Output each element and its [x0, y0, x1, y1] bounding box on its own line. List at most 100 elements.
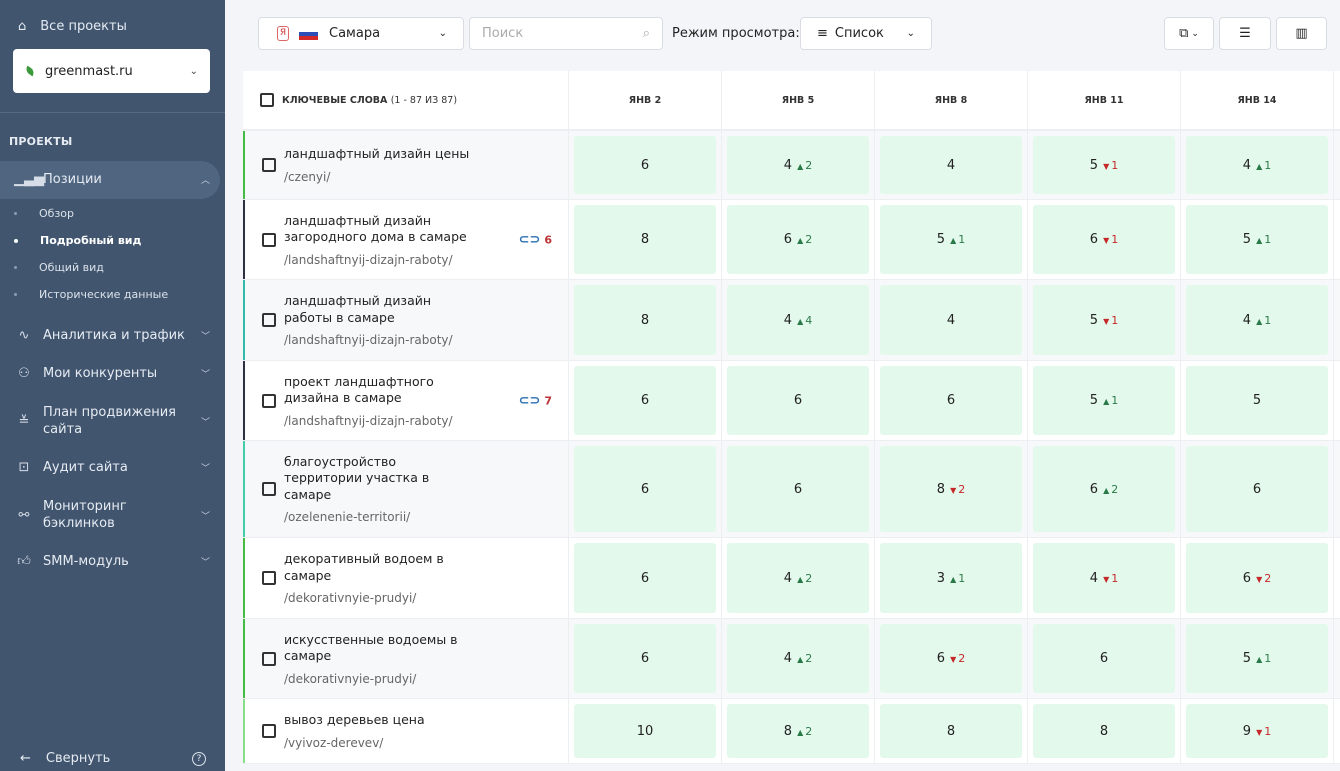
keyword-column-header: КЛЮЧЕВЫЕ СЛОВА (1 - 87 ИЗ 87) — [243, 71, 569, 129]
position-value: 6 — [783, 232, 793, 247]
position-cell: 4 — [875, 131, 1028, 199]
search-input[interactable]: Поиск ⌕ — [469, 17, 663, 50]
keyword-text: декоративный водоем в самаре — [284, 551, 444, 583]
date-column-header[interactable]: ЯНВ 14 — [1181, 71, 1334, 129]
keyword-url[interactable]: /ozelenenie-territorii/ — [284, 510, 474, 524]
chevron-down-icon: ⌄ — [189, 65, 198, 77]
help-icon[interactable]: ? — [192, 751, 206, 766]
triangle-down-icon: ▼ — [950, 655, 957, 664]
keyword-url[interactable]: /czenyi/ — [284, 170, 474, 184]
position-value: 3 — [936, 570, 946, 586]
nav-smm[interactable]: 👍︎ SMM-модуль ﹀ — [14, 553, 210, 570]
triangle-up-icon: ▲ — [950, 236, 957, 245]
view-mode-select[interactable]: ≡ Список ⌄ — [800, 17, 932, 50]
keyword-cell: проект ландшафтного дизайна в самаре/lan… — [243, 361, 569, 440]
position-value-box: 5 ▲ 1 — [1186, 624, 1328, 693]
table-row: благоустройство территории участка в сам… — [243, 441, 1340, 538]
position-cell: 6 ▼ 1 — [1028, 200, 1181, 279]
triangle-up-icon: ▲ — [1256, 316, 1263, 326]
date-column-header[interactable]: ЯНВ 5 — [722, 71, 875, 129]
change-value: 2 — [1111, 482, 1119, 496]
row-checkbox[interactable] — [262, 571, 276, 585]
position-value: 4 — [783, 157, 793, 173]
position-cell: 8 ▼ 2 — [875, 441, 1028, 537]
select-all-checkbox[interactable] — [260, 93, 274, 107]
copy-menu-button[interactable]: ⧉ ⌄ — [1164, 17, 1214, 50]
sub-general-view[interactable]: Общий вид — [14, 261, 104, 274]
keyword-url[interactable]: /landshaftnyij-dizajn-raboty/ — [284, 333, 474, 347]
row-checkbox[interactable] — [262, 158, 276, 172]
keyword-url[interactable]: /dekorativnyie-prudyi/ — [284, 591, 474, 605]
nav-backlinks[interactable]: ⚯ Мониторинг бэклинков ﹀ — [14, 498, 210, 532]
date-column-header[interactable]: ЯНВ 2 — [569, 71, 722, 129]
keyword-url[interactable]: /vyivoz-derevev/ — [284, 736, 474, 750]
row-checkbox[interactable] — [262, 724, 276, 738]
position-value-box: 6 — [574, 543, 716, 613]
position-value: 5 — [1252, 393, 1262, 408]
position-cell: 4 ▲ 4 — [722, 280, 875, 360]
row-checkbox[interactable] — [262, 651, 276, 666]
chevron-down-icon: ﹀ — [200, 332, 210, 342]
nav-promotion-plan[interactable]: ≚ План продвижения сайта ﹀ — [14, 404, 210, 438]
backlinks-badge[interactable]: ⊂⊃ 6 — [519, 232, 552, 247]
arrow-left-icon: ← — [20, 751, 31, 766]
position-value: 5 — [1242, 651, 1252, 666]
position-value: 6 — [640, 481, 650, 497]
date-column-header[interactable]: ЯНВ 8 — [875, 71, 1028, 129]
sub-historical[interactable]: Исторические данные — [14, 288, 168, 301]
region-select[interactable]: Я Самара ⌄ — [258, 17, 464, 50]
position-cell: 6 ▲ 2 — [722, 200, 875, 279]
position-cell: 5 ▼ 1 — [1028, 280, 1181, 360]
triangle-up-icon: ▲ — [797, 574, 804, 584]
change-value: 1 — [1264, 313, 1272, 327]
position-cell: 3 ▲ 1 — [875, 538, 1028, 618]
position-cell: 5 ▲ 1 — [1181, 200, 1334, 279]
row-checkbox[interactable] — [262, 393, 276, 408]
position-change: ▼ 1 — [1103, 159, 1118, 172]
sub-overview[interactable]: Обзор — [14, 207, 74, 220]
position-value-box: 8 — [1033, 704, 1175, 758]
table-row: ландшафтный дизайн загородного дома в са… — [243, 200, 1340, 280]
nav-positions[interactable]: ▁▃▅ Позиции ︿ — [14, 171, 210, 188]
position-value: 8 — [783, 723, 793, 739]
chevron-down-icon: ⌄ — [1191, 28, 1199, 39]
view-mode-label: Режим просмотра: — [672, 26, 800, 41]
row-checkbox[interactable] — [262, 313, 276, 327]
thumbs-up-icon: 👍︎ — [17, 554, 31, 569]
nav-competitors[interactable]: ⚇ Мои конкуренты ﹀ — [14, 365, 210, 382]
nav-analytics[interactable]: ∿ Аналитика и трафик ﹀ — [14, 327, 210, 344]
row-checkbox[interactable] — [262, 232, 276, 247]
position-value-box: 8 — [574, 285, 716, 355]
change-value: 1 — [1264, 158, 1272, 172]
nav-audit[interactable]: ⊡ Аудит сайта ﹀ — [14, 459, 210, 476]
keyword-url[interactable]: /dekorativnyie-prudyi/ — [284, 672, 474, 686]
position-change: ▲ 2 — [1103, 483, 1118, 496]
date-column-header[interactable]: ЯНВ 11 — [1028, 71, 1181, 129]
keyword-url[interactable]: /landshaftnyij-dizajn-raboty/ — [284, 253, 474, 267]
link-icon: ⊂⊃ — [518, 393, 541, 408]
columns-button[interactable]: ▥ — [1276, 17, 1327, 50]
change-value: 2 — [1264, 571, 1272, 585]
keyword-url[interactable]: /landshaftnyij-dizajn-raboty/ — [284, 414, 474, 428]
all-projects-link[interactable]: ⌂ Все проекты — [18, 19, 127, 34]
sub-detailed-view[interactable]: Подробный вид — [14, 234, 141, 247]
position-value: 4 — [946, 157, 956, 173]
collapse-button[interactable]: ← Свернуть? — [20, 751, 206, 766]
position-value: 8 — [640, 312, 650, 328]
position-change: ▲ 2 — [797, 159, 812, 172]
position-cell: 6 — [722, 361, 875, 440]
position-value-box: 6 — [1186, 446, 1328, 532]
filter-button[interactable]: ☰ — [1219, 17, 1271, 50]
chevron-down-icon: ﹀ — [200, 511, 210, 522]
triangle-down-icon: ▼ — [950, 485, 957, 495]
keywords-table: КЛЮЧЕВЫЕ СЛОВА (1 - 87 ИЗ 87) ЯНВ 2 ЯНВ … — [243, 71, 1340, 764]
position-value: 6 — [1099, 651, 1109, 666]
position-value: 4 — [1242, 157, 1252, 173]
row-checkbox[interactable] — [262, 482, 276, 496]
table-row: ландшафтный дизайн цены/czenyi/6 4 ▲ 2 4 5 ▼ 1 4… — [243, 131, 1340, 200]
keyword-info: благоустройство территории участка в сам… — [284, 454, 474, 525]
backlinks-badge[interactable]: ⊂⊃ 7 — [519, 393, 552, 408]
triangle-down-icon: ▼ — [1103, 236, 1110, 245]
position-value-box: 6 ▲ 2 — [1033, 446, 1175, 532]
project-selector[interactable]: greenmast.ru ⌄ — [13, 49, 210, 93]
